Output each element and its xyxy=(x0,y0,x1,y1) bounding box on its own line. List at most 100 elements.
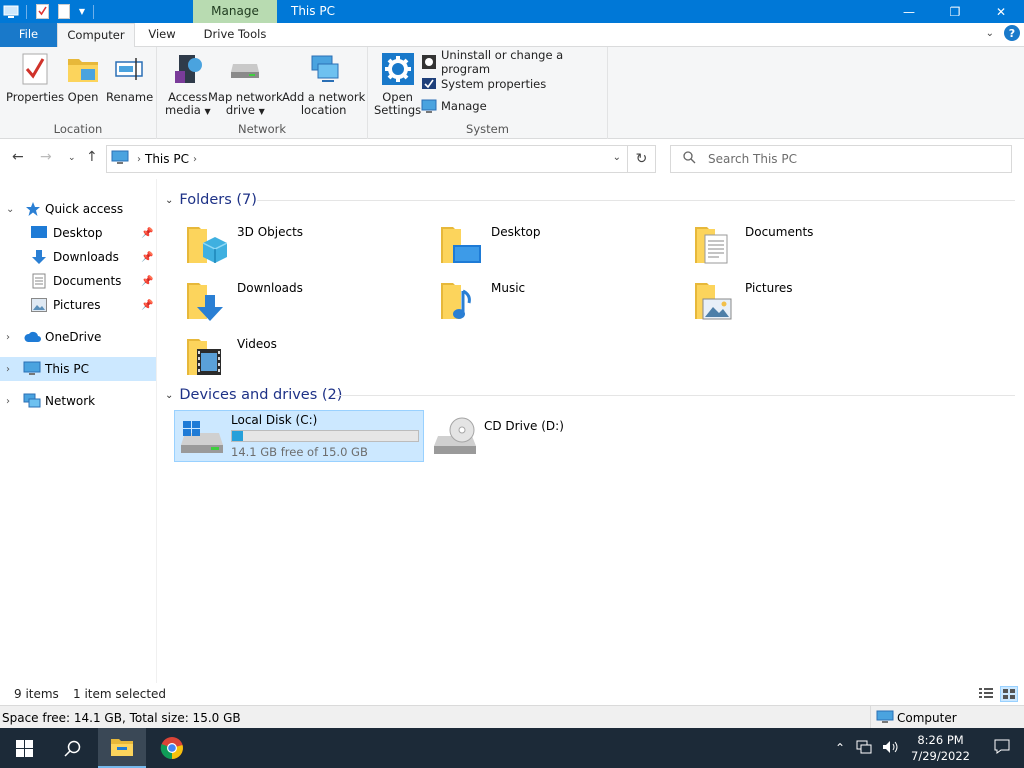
pin-icon[interactable]: 📌 xyxy=(141,228,153,239)
videos-folder-icon xyxy=(187,339,221,375)
folder-tile-music[interactable]: Music xyxy=(431,275,671,327)
uninstall-program-button[interactable]: Uninstall or change a program xyxy=(421,48,607,76)
ribbon-tabs: File Computer View Drive Tools ⌄ ? xyxy=(0,23,1024,48)
drive-tile-cd-drive-d[interactable]: CD Drive (D:) xyxy=(428,410,678,462)
nav-documents[interactable]: Documents 📌 xyxy=(0,269,156,293)
rename-button[interactable]: Rename xyxy=(106,51,153,104)
navigation-pane: ⌄ Quick access Desktop 📌 Downloads 📌 Doc… xyxy=(0,179,157,683)
location-group-label: Location xyxy=(53,122,103,136)
tab-drive-tools[interactable]: Drive Tools xyxy=(193,23,277,47)
ribbon: Properties Open Rename Location Access m… xyxy=(0,47,1024,139)
pin-icon[interactable]: 📌 xyxy=(141,252,153,263)
tab-view[interactable]: View xyxy=(138,23,186,47)
ribbon-group-system: Open Settings Uninstall or change a prog… xyxy=(368,47,608,139)
back-arrow-icon[interactable]: ← xyxy=(12,149,24,165)
documents-folder-icon xyxy=(695,227,728,264)
new-folder-qat-icon[interactable] xyxy=(53,0,75,23)
breadcrumb-chevron-icon[interactable]: › xyxy=(193,154,197,165)
file-explorer-taskbar-button[interactable] xyxy=(98,728,146,768)
nav-desktop[interactable]: Desktop 📌 xyxy=(0,221,156,245)
tab-file[interactable]: File xyxy=(0,23,57,47)
pictures-folder-icon xyxy=(695,283,732,320)
forward-arrow-icon[interactable]: → xyxy=(40,149,52,165)
collapse-chevron-icon[interactable]: ⌄ xyxy=(6,204,14,215)
tab-computer[interactable]: Computer xyxy=(57,23,135,48)
address-bar[interactable]: › This PC › ⌄ ↻ xyxy=(106,145,656,173)
open-settings-button[interactable]: Open Settings xyxy=(374,51,421,117)
music-folder-icon xyxy=(441,283,471,319)
drive-tile-local-disk-c[interactable]: Local Disk (C:) 14.1 GB free of 15.0 GB xyxy=(174,410,424,462)
expand-chevron-icon[interactable]: › xyxy=(6,332,10,343)
search-taskbar-button[interactable] xyxy=(48,728,96,768)
window-icon[interactable] xyxy=(0,0,22,23)
windows-logo-icon xyxy=(15,739,33,757)
expand-chevron-icon[interactable]: › xyxy=(6,364,10,375)
details-view-icon[interactable] xyxy=(978,686,994,703)
open-button[interactable]: Open xyxy=(66,51,100,104)
customize-qat-icon[interactable]: ▼ xyxy=(75,0,89,23)
recent-locations-chevron-icon[interactable]: ⌄ xyxy=(68,153,76,163)
folder-tile-pictures[interactable]: Pictures xyxy=(685,275,925,327)
address-dropdown-icon[interactable]: ⌄ xyxy=(613,152,621,163)
expand-chevron-icon[interactable]: › xyxy=(6,396,10,407)
nav-downloads[interactable]: Downloads 📌 xyxy=(0,245,156,269)
access-media-button[interactable]: Access media ▼ xyxy=(165,51,211,118)
nav-this-pc[interactable]: › This PC xyxy=(0,357,156,381)
folder-tile-videos[interactable]: Videos xyxy=(177,331,417,383)
nav-network[interactable]: › Network xyxy=(0,389,156,413)
expand-ribbon-chevron-icon[interactable]: ⌄ xyxy=(986,28,994,39)
refresh-icon[interactable]: ↻ xyxy=(627,146,655,172)
manage-button[interactable]: Manage xyxy=(421,97,487,115)
properties-button[interactable]: Properties xyxy=(6,51,64,104)
pin-icon[interactable]: 📌 xyxy=(141,300,153,311)
chrome-icon xyxy=(160,737,183,760)
title-bar: ▼ Manage This PC — ❐ ✕ xyxy=(0,0,1024,23)
collapse-chevron-icon[interactable]: ⌄ xyxy=(165,390,173,401)
uninstall-icon xyxy=(421,54,437,70)
search-box[interactable] xyxy=(670,145,1012,173)
media-server-icon xyxy=(171,51,205,87)
map-network-drive-button[interactable]: Map network drive ▼ xyxy=(208,51,283,118)
tiles-view-icon[interactable] xyxy=(1000,686,1018,702)
system-group-label: System xyxy=(466,122,509,136)
folder-tile-3d-objects[interactable]: 3D Objects xyxy=(177,219,417,271)
system-properties-button[interactable]: System properties xyxy=(421,75,546,93)
nav-pictures[interactable]: Pictures 📌 xyxy=(0,293,156,317)
maximize-button[interactable]: ❐ xyxy=(932,0,978,23)
network-status-icon[interactable] xyxy=(856,740,872,757)
close-button[interactable]: ✕ xyxy=(978,0,1024,23)
computer-icon xyxy=(23,361,41,377)
nav-quick-access[interactable]: ⌄ Quick access xyxy=(0,197,156,221)
volume-icon[interactable] xyxy=(882,740,900,757)
breadcrumb-this-pc[interactable]: This PC xyxy=(145,152,189,166)
picture-icon xyxy=(30,297,48,313)
clock[interactable]: 8:26 PM 7/29/2022 xyxy=(911,732,970,764)
minimize-button[interactable]: — xyxy=(886,0,932,23)
document-icon xyxy=(30,273,48,289)
manage-context-tab[interactable]: Manage xyxy=(193,0,277,23)
folder-tile-desktop[interactable]: Desktop xyxy=(431,219,671,271)
folder-tile-downloads[interactable]: Downloads xyxy=(177,275,417,327)
search-input[interactable] xyxy=(708,152,1008,166)
notification-icon[interactable] xyxy=(994,739,1010,757)
start-button[interactable] xyxy=(0,728,48,768)
rename-icon xyxy=(113,51,147,87)
pin-icon[interactable]: 📌 xyxy=(141,276,153,287)
nav-onedrive[interactable]: › OneDrive xyxy=(0,325,156,349)
collapse-chevron-icon[interactable]: ⌄ xyxy=(165,195,173,206)
drive-usage-fill xyxy=(232,431,244,441)
download-arrow-icon xyxy=(30,249,48,265)
up-arrow-icon[interactable]: ↑ xyxy=(86,149,98,165)
devices-group-header[interactable]: ⌄ Devices and drives (2) xyxy=(165,384,342,406)
properties-qat-icon[interactable] xyxy=(31,0,53,23)
file-list: ⌄ Folders (7) 3D Objects Desktop Documen… xyxy=(157,179,1024,683)
chrome-taskbar-button[interactable] xyxy=(148,728,196,768)
cd-drive-icon xyxy=(434,417,476,454)
help-icon[interactable]: ? xyxy=(1004,25,1020,41)
network-icon xyxy=(23,393,41,409)
folders-group-header[interactable]: ⌄ Folders (7) xyxy=(165,189,257,211)
breadcrumb-chevron-icon[interactable]: › xyxy=(137,154,141,165)
show-hidden-icons-chevron-icon[interactable]: ⌃ xyxy=(835,741,845,755)
add-network-location-button[interactable]: Add a network location xyxy=(282,51,365,117)
folder-tile-documents[interactable]: Documents xyxy=(685,219,925,271)
